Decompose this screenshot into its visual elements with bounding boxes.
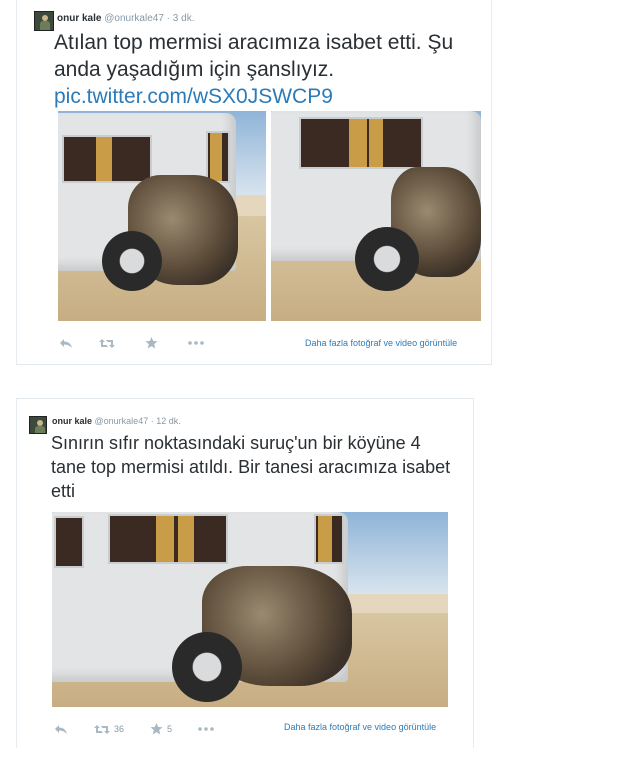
retweet-button[interactable]: [99, 338, 119, 349]
retweet-count: 36: [114, 724, 125, 734]
tweet-1: onur kale @onurkale47 · 3 dk. Atılan top…: [16, 0, 492, 365]
favorite-button[interactable]: 5: [150, 723, 172, 735]
more-button[interactable]: [188, 341, 204, 345]
reply-button[interactable]: [59, 338, 73, 349]
tweet-text: Sınırın sıfır noktasındaki suruç'un bir …: [51, 431, 451, 503]
retweet-icon: [94, 724, 110, 734]
author-handle[interactable]: @onurkale47: [95, 416, 149, 426]
more-icon: [188, 341, 204, 345]
reply-icon: [55, 724, 67, 734]
retweet-icon: [99, 338, 115, 348]
separator-dot: ·: [166, 13, 171, 24]
tweet-2: onur kale @onurkale47 · 12 dk. Sınırın s…: [16, 398, 474, 748]
avatar[interactable]: [34, 11, 54, 31]
favorite-count: 5: [167, 724, 173, 734]
tweet-body: Sınırın sıfır noktasındaki suruç'un bir …: [51, 433, 451, 501]
star-icon: [145, 337, 158, 349]
more-button[interactable]: [198, 727, 214, 731]
more-icon: [198, 727, 214, 731]
view-more-media-link[interactable]: Daha fazla fotoğraf ve video görüntüle: [305, 338, 457, 348]
tweet-photo-1[interactable]: [58, 111, 266, 321]
tweet-header: onur kale @onurkale47 · 12 dk.: [52, 416, 181, 426]
avatar[interactable]: [29, 416, 47, 434]
timestamp[interactable]: 3 dk.: [173, 13, 195, 24]
tweet-photo[interactable]: [52, 512, 448, 707]
tweet-actions: 36 5: [54, 723, 240, 735]
reply-icon: [60, 338, 72, 348]
author-name[interactable]: onur kale: [57, 13, 101, 24]
author-handle[interactable]: @onurkale47: [104, 13, 164, 24]
star-icon: [150, 723, 163, 735]
tweet-header: onur kale @onurkale47 · 3 dk.: [57, 13, 194, 24]
view-more-media-link[interactable]: Daha fazla fotoğraf ve video görüntüle: [284, 722, 436, 732]
favorite-button[interactable]: [145, 337, 162, 349]
photo-link[interactable]: pic.twitter.com/wSX0JSWCP9: [54, 85, 333, 108]
tweet-text: Atılan top mermisi aracımıza isabet etti…: [54, 29, 494, 110]
reply-button[interactable]: [54, 724, 68, 735]
tweet-body: Atılan top mermisi aracımıza isabet etti…: [54, 31, 454, 81]
author-name[interactable]: onur kale: [52, 416, 92, 426]
retweet-button[interactable]: 36: [94, 724, 124, 735]
separator-dot: ·: [150, 416, 154, 426]
timestamp[interactable]: 12 dk.: [156, 416, 181, 426]
tweet-photo-2[interactable]: [271, 111, 481, 321]
tweet-actions: [59, 337, 230, 349]
